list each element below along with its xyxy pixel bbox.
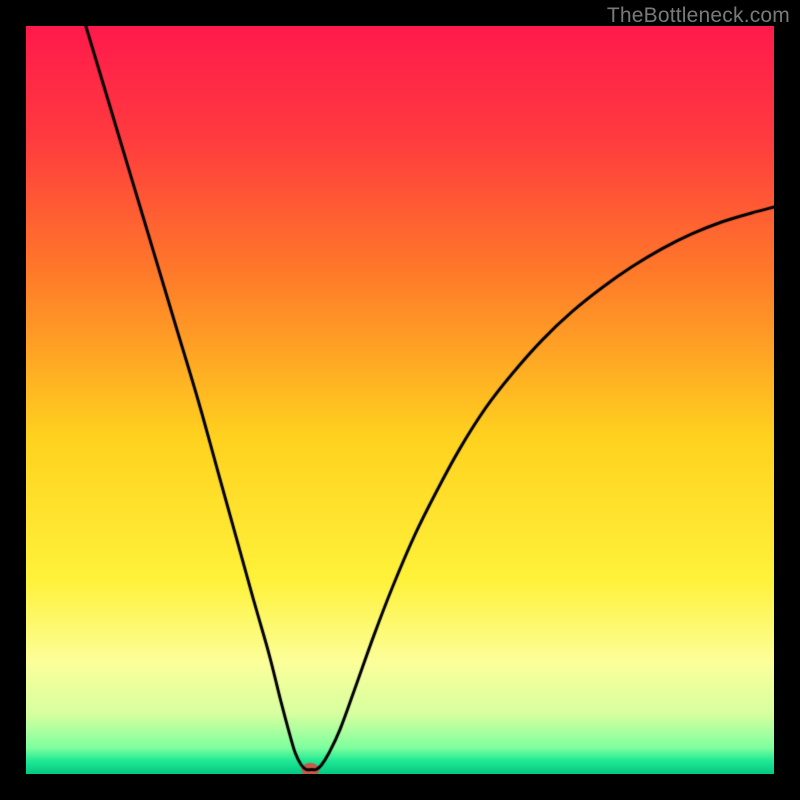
watermark-text: TheBottleneck.com [607, 4, 790, 28]
chart-plot-area [26, 26, 774, 774]
chart-canvas [26, 26, 774, 774]
